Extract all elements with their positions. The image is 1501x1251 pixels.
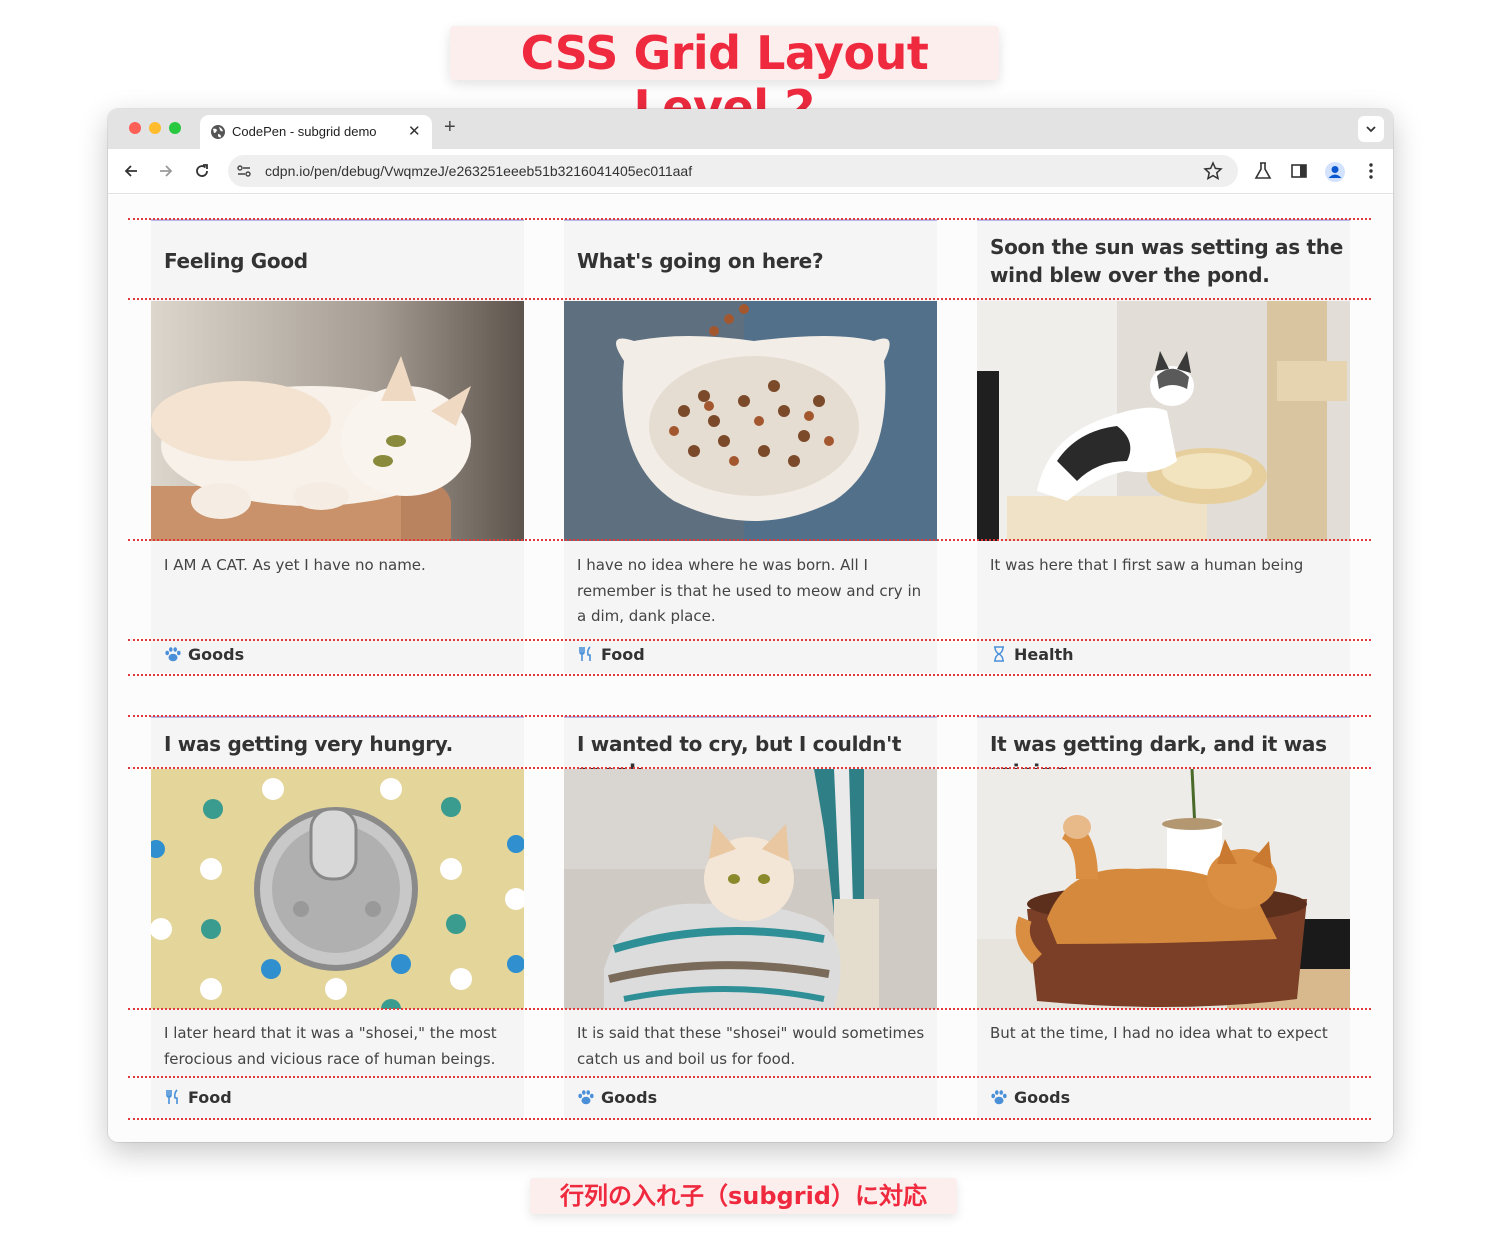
card-photo [151,301,524,541]
fork-knife-icon [166,1089,178,1104]
close-window-button[interactable] [129,122,141,134]
new-tab-button[interactable]: + [444,116,456,139]
card-category: Health [990,645,1074,664]
subgrid-guide-line [128,767,1371,769]
card-text: It is said that these "shosei" would som… [577,1024,925,1068]
card-title: Feeling Good [164,249,308,273]
card-category: Goods [577,1088,657,1107]
subgrid-guide-line [128,218,1371,220]
card-title: What's going on here? [577,249,824,273]
subgrid-guide-line [128,1008,1371,1010]
side-panel-icon[interactable] [1289,161,1309,181]
subgrid-guide-line [128,639,1371,641]
category-label: Goods [601,1088,658,1107]
forward-icon[interactable] [157,162,175,180]
subgrid-guide-line [128,1118,1371,1120]
url-text: cdpn.io/pen/debug/VwqmzeJ/e263251eeeb51b… [265,163,693,179]
tab-search-button[interactable] [1358,116,1384,142]
subgrid-guide-line [128,674,1371,676]
tab-bar: CodePen - subgrid demo ✕ + [108,109,1393,149]
globe-icon [211,125,225,139]
category-label: Food [601,645,645,664]
subgrid-guide-line [128,298,1371,300]
banner-subtitle: 行列の入れ子（subgrid）に対応 [530,1178,957,1214]
maximize-window-button[interactable] [169,122,181,134]
tab-title: CodePen - subgrid demo [232,124,377,139]
card: It was getting dark, and it was raining [977,716,1350,1120]
card-title: I was getting very hungry. [164,732,453,756]
subgrid-guide-line [128,539,1371,541]
card-category: Food [164,1088,232,1107]
card-photo [564,301,937,541]
paw-icon [991,1090,1007,1105]
subgrid-guide-line [128,1076,1371,1078]
card: What's going on here? I have no idea whe… [564,219,937,673]
browser-tab[interactable]: CodePen - subgrid demo ✕ [200,115,432,149]
labs-flask-icon[interactable] [1253,161,1273,181]
category-label: Goods [188,645,245,664]
more-menu-icon[interactable] [1362,161,1380,181]
bookmark-star-icon[interactable] [1203,161,1223,181]
reload-icon[interactable] [193,162,211,180]
address-bar[interactable]: cdpn.io/pen/debug/VwqmzeJ/e263251eeeb51b… [228,155,1238,187]
category-label: Health [1014,645,1074,664]
chevron-down-icon [1366,126,1376,133]
card-category: Goods [164,645,244,664]
browser-toolbar: cdpn.io/pen/debug/VwqmzeJ/e263251eeeb51b… [108,149,1393,194]
card-text: But at the time, I had no idea what to e… [990,1024,1328,1042]
minimize-window-button[interactable] [149,122,161,134]
card-category: Food [577,645,645,664]
card: Soon the sun was setting as the wind ble… [977,219,1350,673]
card-photo [977,769,1350,1009]
fork-knife-icon [579,646,591,661]
hourglass-icon [994,646,1004,662]
card-text: I have no idea where he was born. All I … [577,556,922,625]
card-text: I later heard that it was a "shosei," th… [164,1024,497,1068]
site-settings-icon[interactable] [236,163,252,179]
category-label: Food [188,1088,232,1107]
card-category: Goods [990,1088,1070,1107]
paw-icon [578,1090,594,1105]
card-photo [977,301,1350,541]
page-content: Feeling Good I AM A CAT. As yet I have n… [108,195,1393,1142]
card-photo [564,769,937,1009]
profile-avatar-icon[interactable] [1324,161,1346,183]
card: I was getting very hungry. I later heard… [151,716,524,1120]
back-icon[interactable] [122,162,140,180]
card: Feeling Good I AM A CAT. As yet I have n… [151,219,524,673]
category-label: Goods [1014,1088,1071,1107]
card-text: I AM A CAT. As yet I have no name. [164,556,426,574]
banner-title: CSS Grid Layout Level 2 [450,26,999,134]
browser-window: CodePen - subgrid demo ✕ + cdpn.io/pen/d… [108,109,1393,1142]
card-photo [151,769,524,1009]
subgrid-guide-line [128,715,1371,717]
card-text: It was here that I first saw a human bei… [990,556,1304,574]
card: I wanted to cry, but I couldn't speak [564,716,937,1120]
close-tab-icon[interactable]: ✕ [408,122,421,140]
card-title: Soon the sun was setting as the wind ble… [990,235,1343,287]
paw-icon [165,647,181,662]
